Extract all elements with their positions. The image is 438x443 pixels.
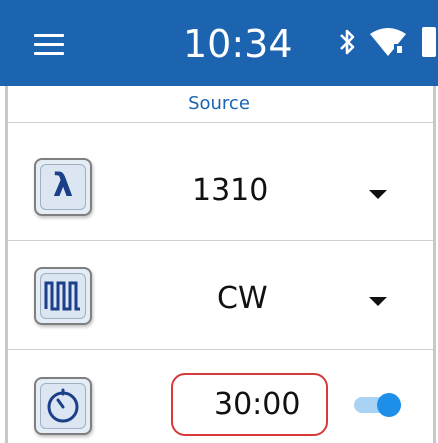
chevron-down-icon[interactable] <box>369 297 387 306</box>
wavelength-lambda-icon: λ <box>52 166 74 204</box>
timer-icon <box>47 388 79 423</box>
chevron-down-icon[interactable] <box>369 190 387 199</box>
status-bar: 10:34 <box>0 0 438 86</box>
divider <box>8 122 433 123</box>
timer-value[interactable]: 30:00 <box>214 387 300 423</box>
battery-icon <box>422 27 436 57</box>
bluetooth-icon <box>340 29 355 55</box>
divider <box>8 349 433 350</box>
left-border <box>5 86 8 443</box>
modulation-button[interactable] <box>34 267 92 325</box>
menu-icon[interactable] <box>34 34 64 55</box>
divider <box>8 240 433 241</box>
modulation-wave-icon <box>44 281 80 311</box>
wavelength-button[interactable]: λ <box>34 158 92 216</box>
page-title: Source <box>188 93 250 114</box>
wifi-icon <box>370 28 406 56</box>
timer-toggle-knob[interactable] <box>377 393 401 417</box>
right-border <box>433 86 436 443</box>
timer-button[interactable] <box>34 377 92 435</box>
clock-time: 10:34 <box>183 22 293 66</box>
modulation-value[interactable]: CW <box>217 281 268 317</box>
wavelength-value[interactable]: 1310 <box>192 173 268 209</box>
